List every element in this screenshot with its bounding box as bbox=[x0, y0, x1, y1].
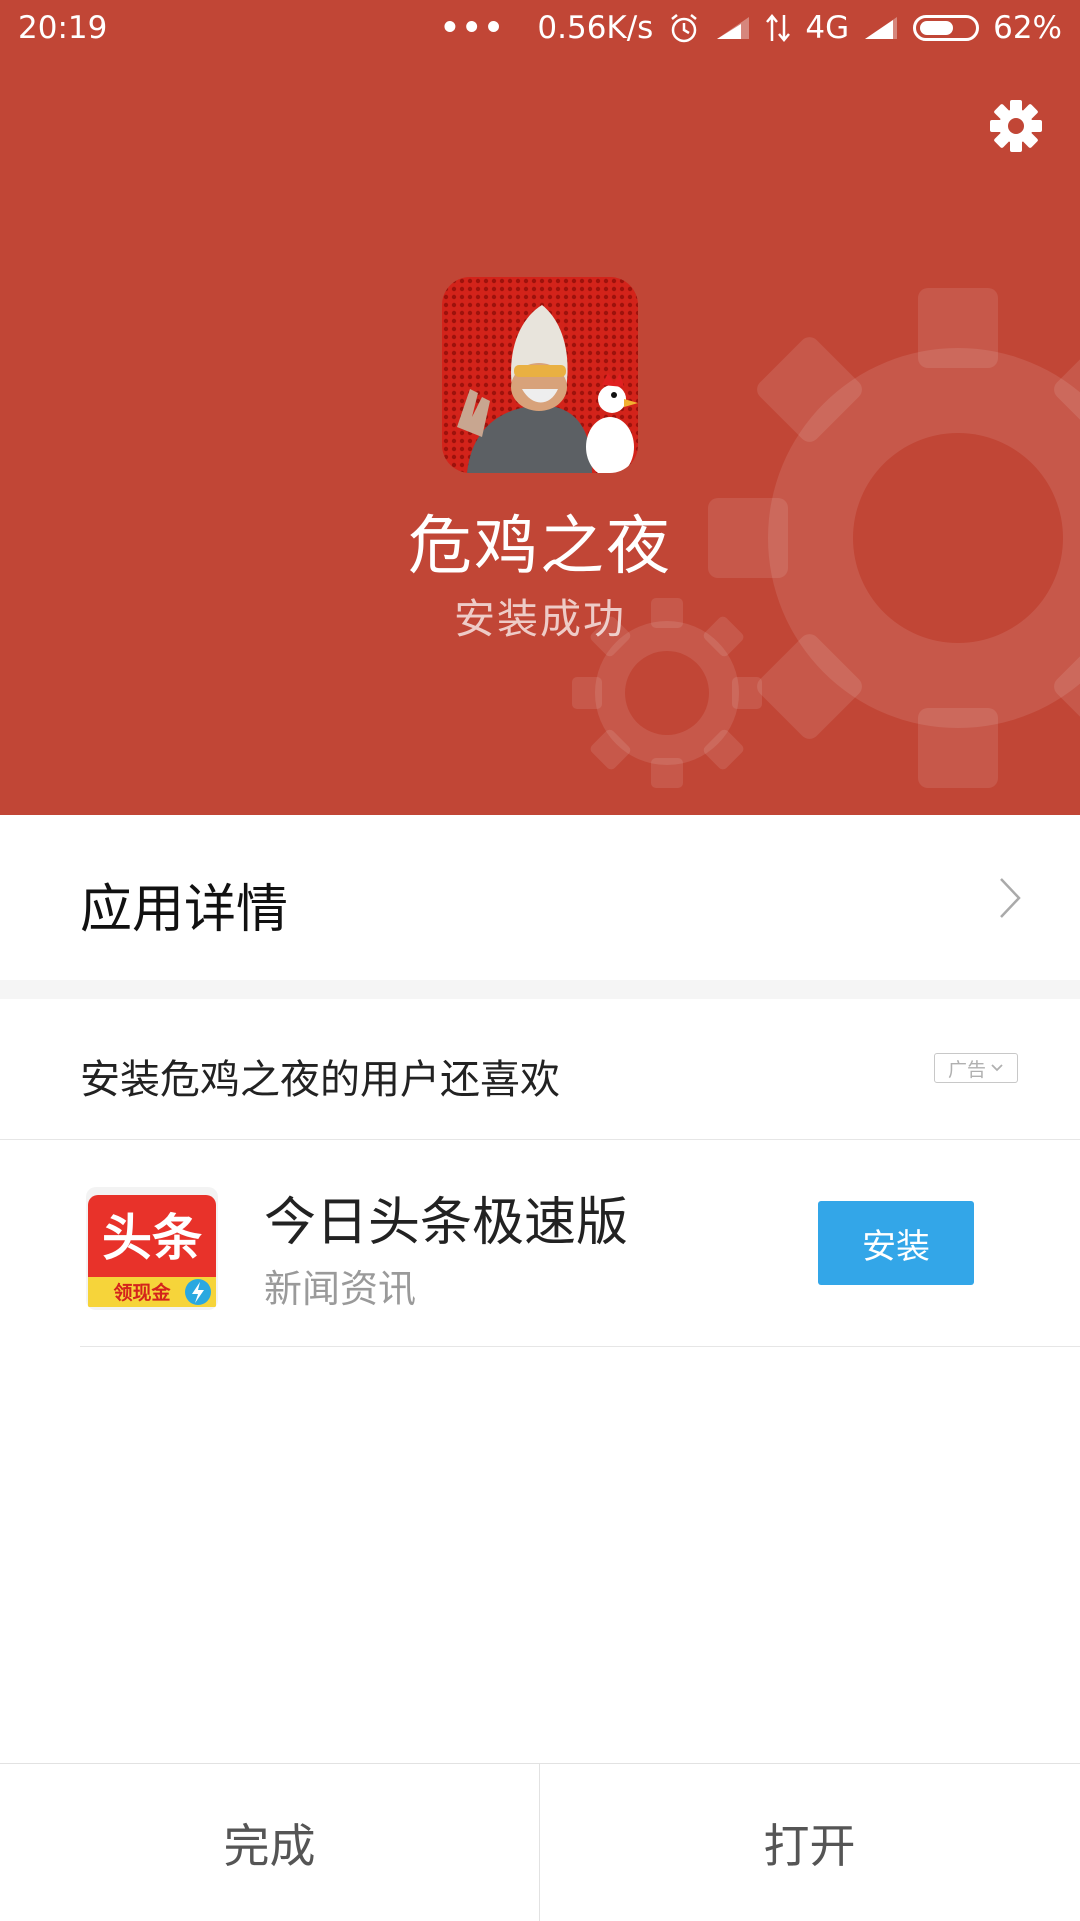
app-detail-label: 应用详情 bbox=[80, 880, 289, 940]
open-button[interactable]: 打开 bbox=[540, 1764, 1079, 1921]
net-speed: 0.56K/s bbox=[537, 10, 654, 46]
gear-icon[interactable] bbox=[990, 100, 1042, 152]
install-header: 20:19 ••• 0.56K/s 4G 62% 危鸡之夜 安装成功 bbox=[0, 0, 1080, 815]
install-status: 安装成功 bbox=[454, 595, 626, 643]
ad-label: 广告 bbox=[947, 1058, 986, 1081]
bottom-action-bar: 完成 打开 bbox=[0, 1763, 1080, 1921]
app-detail-row[interactable]: 应用详情 bbox=[0, 815, 1080, 980]
battery-icon bbox=[913, 15, 980, 41]
signal-icon bbox=[717, 17, 750, 39]
signal-icon bbox=[865, 17, 898, 39]
chevron-down-icon bbox=[991, 1064, 1003, 1072]
done-button[interactable]: 完成 bbox=[0, 1764, 539, 1921]
toutiao-icon-text: 头条 bbox=[102, 1209, 202, 1267]
ad-badge[interactable]: 广告 bbox=[934, 1053, 1018, 1083]
install-button[interactable]: 安装 bbox=[818, 1201, 974, 1285]
status-time: 20:19 bbox=[18, 10, 108, 46]
app-icon bbox=[442, 277, 638, 473]
network-type: 4G bbox=[805, 10, 850, 46]
recommendation-title: 安装危鸡之夜的用户还喜欢 bbox=[80, 1057, 560, 1103]
more-dots: ••• bbox=[439, 10, 506, 46]
app-name: 危鸡之夜 bbox=[408, 510, 672, 584]
status-icons: ••• 0.56K/s 4G 62% bbox=[440, 10, 1062, 46]
recommended-app-name: 今日头条极速版 bbox=[264, 1193, 629, 1253]
battery-percent: 62% bbox=[993, 10, 1062, 46]
chevron-right-icon bbox=[1000, 878, 1021, 918]
section-divider bbox=[0, 980, 1080, 999]
toutiao-icon-subtext: 领现金 bbox=[113, 1281, 171, 1304]
status-bar: 20:19 ••• 0.56K/s 4G 62% bbox=[0, 0, 1080, 60]
alarm-icon bbox=[671, 14, 698, 43]
recommended-app-category: 新闻资讯 bbox=[264, 1267, 417, 1311]
toutiao-app-icon: 头条 领现金 bbox=[86, 1187, 218, 1310]
battery-fill bbox=[920, 21, 954, 35]
list-divider bbox=[80, 1346, 1080, 1347]
data-arrows-icon bbox=[766, 14, 791, 42]
recommendation-header: 安装危鸡之夜的用户还喜欢 广告 bbox=[0, 999, 1080, 1140]
